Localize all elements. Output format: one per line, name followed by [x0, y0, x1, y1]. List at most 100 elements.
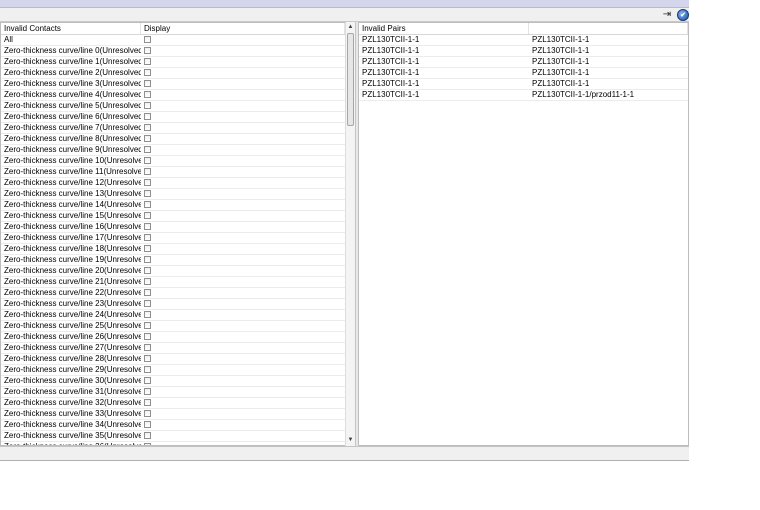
table-row[interactable]: Zero-thickness curve/line 17(Unresolved): [1, 233, 345, 244]
display-checkbox[interactable]: [144, 91, 151, 98]
table-row[interactable]: PZL130TCII-1-1 PZL130TCII-1-1: [359, 46, 688, 57]
table-row[interactable]: Zero-thickness curve/line 5(Unresolved): [1, 101, 345, 112]
table-row[interactable]: Zero-thickness curve/line 22(Unresolved): [1, 288, 345, 299]
display-checkbox[interactable]: [144, 47, 151, 54]
table-row[interactable]: Zero-thickness curve/line 20(Unresolved): [1, 266, 345, 277]
display-checkbox[interactable]: [144, 146, 151, 153]
display-checkbox[interactable]: [144, 58, 151, 65]
display-checkbox[interactable]: [144, 245, 151, 252]
display-checkbox[interactable]: [144, 168, 151, 175]
scroll-down-arrow-icon[interactable]: ▼: [346, 436, 355, 445]
column-header-invalid-contacts[interactable]: Invalid Contacts: [1, 23, 141, 34]
display-checkbox[interactable]: [144, 80, 151, 87]
display-checkbox[interactable]: [144, 421, 151, 428]
display-checkbox[interactable]: [144, 201, 151, 208]
column-header-pair-second[interactable]: [529, 23, 688, 34]
contact-name-cell: Zero-thickness curve/line 2(Unresolved): [4, 68, 141, 77]
display-checkbox[interactable]: [144, 36, 151, 43]
display-cell: [141, 211, 345, 221]
table-row[interactable]: Zero-thickness curve/line 7(Unresolved): [1, 123, 345, 134]
table-row[interactable]: Zero-thickness curve/line 34(Unresolved): [1, 420, 345, 431]
contact-name-cell: Zero-thickness curve/line 1(Unresolved): [4, 57, 141, 66]
display-checkbox[interactable]: [144, 223, 151, 230]
display-checkbox[interactable]: [144, 278, 151, 285]
contact-name-cell: Zero-thickness curve/line 18(Unresolved): [4, 244, 141, 253]
display-checkbox[interactable]: [144, 399, 151, 406]
display-checkbox[interactable]: [144, 322, 151, 329]
table-row[interactable]: Zero-thickness curve/line 16(Unresolved): [1, 222, 345, 233]
display-checkbox[interactable]: [144, 432, 151, 439]
table-row[interactable]: Zero-thickness curve/line 21(Unresolved): [1, 277, 345, 288]
display-checkbox[interactable]: [144, 102, 151, 109]
display-checkbox[interactable]: [144, 124, 151, 131]
table-row[interactable]: Zero-thickness curve/line 12(Unresolved): [1, 178, 345, 189]
table-row[interactable]: Zero-thickness curve/line 33(Unresolved): [1, 409, 345, 420]
table-row[interactable]: Zero-thickness curve/line 9(Unresolved): [1, 145, 345, 156]
table-row[interactable]: PZL130TCII-1-1 PZL130TCII-1-1: [359, 57, 688, 68]
table-row[interactable]: Zero-thickness curve/line 18(Unresolved): [1, 244, 345, 255]
pair-second-cell: PZL130TCII-1-1: [532, 68, 590, 77]
display-checkbox[interactable]: [144, 388, 151, 395]
contact-name-cell: Zero-thickness curve/line 22(Unresolved): [4, 288, 141, 297]
help-icon[interactable]: ✔: [677, 9, 689, 21]
pin-icon[interactable]: ⇥: [660, 9, 674, 20]
table-row[interactable]: Zero-thickness curve/line 35(Unresolved): [1, 431, 345, 442]
table-row[interactable]: Zero-thickness curve/line 31(Unresolved): [1, 387, 345, 398]
display-checkbox[interactable]: [144, 113, 151, 120]
invalid-contacts-rows: All Zero-thickness curve/line 0(Unresolve…: [1, 35, 345, 445]
display-checkbox[interactable]: [144, 333, 151, 340]
table-row[interactable]: PZL130TCII-1-1 PZL130TCII-1-1: [359, 68, 688, 79]
left-vertical-scrollbar[interactable]: ▲ ▼: [345, 22, 355, 446]
table-row[interactable]: Zero-thickness curve/line 2(Unresolved): [1, 68, 345, 79]
table-row[interactable]: Zero-thickness curve/line 28(Unresolved): [1, 354, 345, 365]
display-checkbox[interactable]: [144, 377, 151, 384]
display-checkbox[interactable]: [144, 410, 151, 417]
display-cell: [141, 46, 345, 56]
table-row[interactable]: Zero-thickness curve/line 19(Unresolved): [1, 255, 345, 266]
invalid-pairs-table: Invalid Pairs PZL130TCII-1-1 PZL130TCII-1…: [358, 22, 689, 446]
table-row[interactable]: Zero-thickness curve/line 29(Unresolved): [1, 365, 345, 376]
display-checkbox[interactable]: [144, 366, 151, 373]
table-row[interactable]: All: [1, 35, 345, 46]
table-row[interactable]: Zero-thickness curve/line 14(Unresolved): [1, 200, 345, 211]
table-row[interactable]: Zero-thickness curve/line 13(Unresolved): [1, 189, 345, 200]
display-checkbox[interactable]: [144, 157, 151, 164]
table-row[interactable]: Zero-thickness curve/line 30(Unresolved): [1, 376, 345, 387]
display-checkbox[interactable]: [144, 212, 151, 219]
table-row[interactable]: Zero-thickness curve/line 10(Unresolved): [1, 156, 345, 167]
column-header-invalid-pairs[interactable]: Invalid Pairs: [359, 23, 529, 34]
display-cell: [141, 409, 345, 419]
table-row[interactable]: Zero-thickness curve/line 24(Unresolved): [1, 310, 345, 321]
table-row[interactable]: Zero-thickness curve/line 32(Unresolved): [1, 398, 345, 409]
display-checkbox[interactable]: [144, 344, 151, 351]
display-checkbox[interactable]: [144, 256, 151, 263]
table-row[interactable]: Zero-thickness curve/line 15(Unresolved): [1, 211, 345, 222]
display-checkbox[interactable]: [144, 355, 151, 362]
display-checkbox[interactable]: [144, 135, 151, 142]
table-row[interactable]: Zero-thickness curve/line 11(Unresolved): [1, 167, 345, 178]
table-row[interactable]: Zero-thickness curve/line 23(Unresolved): [1, 299, 345, 310]
table-row[interactable]: Zero-thickness curve/line 25(Unresolved): [1, 321, 345, 332]
table-row[interactable]: PZL130TCII-1-1 PZL130TCII-1-1/przod11-1-1: [359, 90, 688, 101]
scrollbar-thumb[interactable]: [347, 33, 354, 126]
table-row[interactable]: Zero-thickness curve/line 0(Unresolved): [1, 46, 345, 57]
display-checkbox[interactable]: [144, 267, 151, 274]
table-row[interactable]: Zero-thickness curve/line 6(Unresolved): [1, 112, 345, 123]
table-row[interactable]: Zero-thickness curve/line 8(Unresolved): [1, 134, 345, 145]
display-checkbox[interactable]: [144, 311, 151, 318]
table-row[interactable]: Zero-thickness curve/line 26(Unresolved): [1, 332, 345, 343]
display-checkbox[interactable]: [144, 289, 151, 296]
table-row[interactable]: PZL130TCII-1-1 PZL130TCII-1-1: [359, 35, 688, 46]
table-row[interactable]: Zero-thickness curve/line 1(Unresolved): [1, 57, 345, 68]
table-row[interactable]: Zero-thickness curve/line 3(Unresolved): [1, 79, 345, 90]
display-checkbox[interactable]: [144, 234, 151, 241]
display-checkbox[interactable]: [144, 179, 151, 186]
scroll-up-arrow-icon[interactable]: ▲: [346, 23, 355, 32]
display-checkbox[interactable]: [144, 190, 151, 197]
display-checkbox[interactable]: [144, 69, 151, 76]
table-row[interactable]: PZL130TCII-1-1 PZL130TCII-1-1: [359, 79, 688, 90]
table-row[interactable]: Zero-thickness curve/line 4(Unresolved): [1, 90, 345, 101]
column-header-display[interactable]: Display: [141, 23, 345, 34]
table-row[interactable]: Zero-thickness curve/line 27(Unresolved): [1, 343, 345, 354]
display-checkbox[interactable]: [144, 300, 151, 307]
